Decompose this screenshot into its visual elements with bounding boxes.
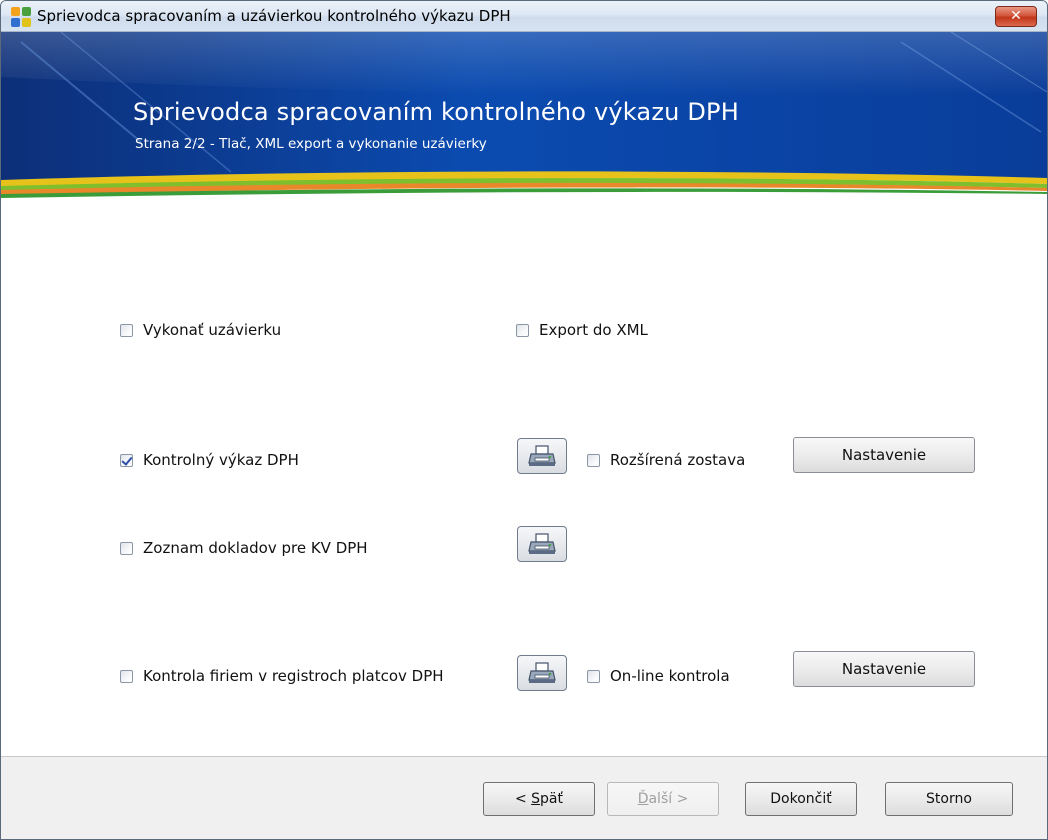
wizard-window: Sprievodca spracovaním a uzávierkou kont… (0, 0, 1048, 840)
zoznam-dokladov-checkbox[interactable] (120, 541, 133, 555)
vykonat-uzavierku-label: Vykonať uzávierku (143, 321, 282, 339)
print-kontrolny-vykaz-button[interactable] (517, 438, 567, 474)
kontrola-firiem-option[interactable]: Kontrola firiem v registroch platcov DPH (120, 667, 444, 685)
rozsirena-zostava-label: Rozšírená zostava (610, 451, 746, 469)
next-rest: alší > (648, 791, 689, 807)
nastavenie-zostava-button[interactable]: Nastavenie (793, 437, 975, 473)
options-panel: Vykonať uzávierku Export do XML Kontroln… (1, 200, 1047, 756)
printer-icon (528, 533, 556, 554)
next-button[interactable]: Ďalší > (607, 782, 719, 816)
back-rest: päť (540, 791, 564, 807)
print-zoznam-dokladov-button[interactable] (517, 526, 567, 562)
kontrola-firiem-checkbox[interactable] (120, 669, 133, 683)
printer-icon (528, 445, 556, 466)
back-accel: S (531, 791, 541, 807)
export-xml-option[interactable]: Export do XML (516, 321, 648, 339)
window-title: Sprievodca spracovaním a uzávierkou kont… (37, 7, 511, 25)
rozsirena-zostava-checkbox[interactable] (587, 453, 600, 467)
online-kontrola-label: On-line kontrola (610, 667, 730, 685)
close-button[interactable]: ✕ (995, 6, 1037, 27)
back-prefix: < (514, 791, 532, 807)
vykonat-uzavierku-option[interactable]: Vykonať uzávierku (120, 321, 281, 339)
close-icon: ✕ (1010, 8, 1022, 24)
kontrolny-vykaz-option[interactable]: Kontrolný výkaz DPH (120, 451, 299, 469)
online-kontrola-option[interactable]: On-line kontrola (587, 667, 730, 685)
export-xml-label: Export do XML (539, 321, 648, 339)
wizard-footer: < Späť Ďalší > Dokončiť Storno (1, 756, 1047, 839)
back-button[interactable]: < Späť (483, 782, 595, 816)
banner-title: Sprievodca spracovaním kontrolného výkaz… (133, 98, 739, 126)
wizard-banner: Sprievodca spracovaním kontrolného výkaz… (1, 32, 1047, 200)
print-kontrola-firiem-button[interactable] (517, 655, 567, 691)
zoznam-dokladov-option[interactable]: Zoznam dokladov pre KV DPH (120, 539, 368, 557)
zoznam-dokladov-label: Zoznam dokladov pre KV DPH (143, 539, 368, 557)
next-accel: Ď (637, 791, 649, 807)
rozsirena-zostava-option[interactable]: Rozšírená zostava (587, 451, 745, 469)
kontrola-firiem-label: Kontrola firiem v registroch platcov DPH (143, 667, 444, 685)
vykonat-uzavierku-checkbox[interactable] (120, 323, 133, 337)
wizard-app-icon (11, 7, 31, 27)
cancel-button[interactable]: Storno (885, 782, 1013, 816)
finish-button[interactable]: Dokončiť (745, 782, 857, 816)
nastavenie-online-button[interactable]: Nastavenie (793, 651, 975, 687)
kontrolny-vykaz-label: Kontrolný výkaz DPH (143, 451, 299, 469)
banner-subtitle: Strana 2/2 - Tlač, XML export a vykonani… (135, 136, 487, 152)
kontrolny-vykaz-checkbox[interactable] (120, 453, 133, 467)
printer-icon (528, 662, 556, 683)
online-kontrola-checkbox[interactable] (587, 669, 600, 683)
title-bar: Sprievodca spracovaním a uzávierkou kont… (1, 1, 1047, 32)
export-xml-checkbox[interactable] (516, 323, 529, 337)
